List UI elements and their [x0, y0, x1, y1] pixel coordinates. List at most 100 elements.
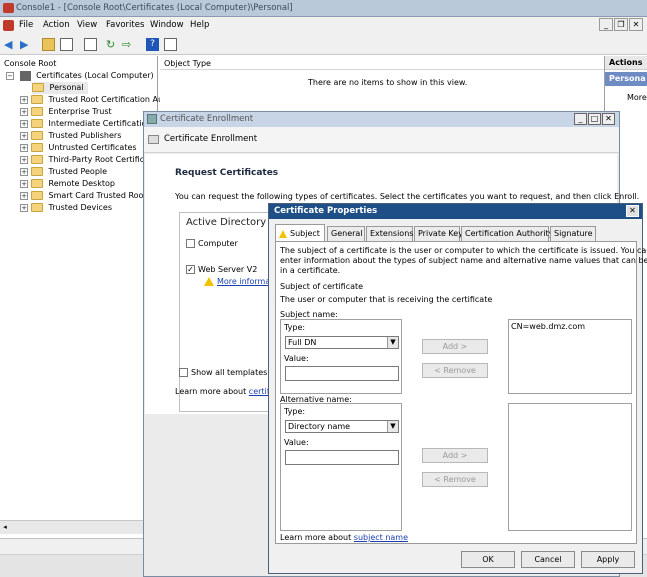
- expand-icon[interactable]: +: [20, 107, 28, 116]
- tree-item-trusted-root[interactable]: + Trusted Root Certification Auth: [20, 94, 171, 106]
- tree-item-untrusted[interactable]: + Untrusted Certificates: [20, 142, 137, 154]
- tree-item-label: Third-Party Root Certificati: [48, 155, 155, 164]
- show-all-templates-option[interactable]: Show all templates: [179, 368, 267, 377]
- expand-icon[interactable]: +: [20, 191, 28, 200]
- more-information-link[interactable]: More informa: [217, 277, 270, 286]
- up-folder-icon[interactable]: [42, 38, 55, 51]
- expand-icon[interactable]: +: [20, 95, 28, 104]
- close-icon[interactable]: ✕: [626, 205, 639, 217]
- apply-button[interactable]: Apply: [581, 551, 635, 568]
- computer-template-option[interactable]: Computer: [186, 239, 238, 248]
- tree-item-personal[interactable]: Personal: [32, 82, 88, 94]
- close-icon[interactable]: ✕: [629, 18, 643, 31]
- forward-arrow-icon[interactable]: ▶: [20, 38, 33, 51]
- expand-icon[interactable]: +: [20, 131, 28, 140]
- minimize-icon[interactable]: _: [599, 18, 613, 31]
- subject-value-item[interactable]: CN=web.dmz.com: [511, 322, 629, 331]
- subject-of-certificate-label: Subject of certificate: [280, 282, 364, 291]
- subject-remove-button[interactable]: < Remove: [422, 363, 488, 378]
- close-icon[interactable]: ✕: [602, 113, 615, 125]
- back-arrow-icon[interactable]: ◀: [4, 38, 17, 51]
- collapse-icon[interactable]: −: [6, 71, 14, 80]
- properties-icon[interactable]: [84, 38, 97, 51]
- expand-icon[interactable]: +: [20, 167, 28, 176]
- tree-item-trusted-publishers[interactable]: + Trusted Publishers: [20, 130, 121, 142]
- tree-item-label: Remote Desktop: [48, 179, 115, 188]
- actions-section-personal[interactable]: Persona: [605, 72, 647, 86]
- more-information-link-row[interactable]: More informa: [204, 277, 270, 286]
- show-all-templates-checkbox[interactable]: [179, 368, 188, 377]
- export-icon[interactable]: ⇨: [122, 38, 135, 51]
- menu-window[interactable]: Window: [150, 20, 184, 30]
- tree-item-smart-card[interactable]: + Smart Card Trusted Roots: [20, 190, 151, 202]
- ok-button[interactable]: OK: [461, 551, 515, 568]
- tree-item-trusted-devices[interactable]: + Trusted Devices: [20, 202, 112, 214]
- computer-label: Computer: [198, 239, 238, 248]
- show-action-pane-icon[interactable]: [164, 38, 177, 51]
- window-title: Console1 - [Console Root\Certificates (L…: [16, 3, 293, 13]
- tab-extensions[interactable]: Extensions: [366, 226, 413, 241]
- menu-favorites[interactable]: Favorites: [106, 20, 144, 30]
- tree-item-intermediate[interactable]: + Intermediate Certification A: [20, 118, 160, 130]
- chevron-down-icon[interactable]: ▼: [387, 337, 398, 348]
- subject-type-value: Full DN: [288, 338, 317, 347]
- expand-icon[interactable]: +: [20, 203, 28, 212]
- tree-item-label: Trusted Publishers: [48, 131, 122, 140]
- alt-type-select[interactable]: Directory name ▼: [285, 420, 399, 433]
- tree-item-third-party-root[interactable]: + Third-Party Root Certificati: [20, 154, 154, 166]
- alt-values-list[interactable]: [508, 403, 632, 531]
- expand-icon[interactable]: +: [20, 143, 28, 152]
- properties-title: Certificate Properties: [274, 206, 378, 216]
- tab-general[interactable]: General: [327, 226, 365, 241]
- subject-type-select[interactable]: Full DN ▼: [285, 336, 399, 349]
- actions-more[interactable]: More: [627, 93, 647, 102]
- webserver-checkbox[interactable]: ✓: [186, 265, 195, 274]
- learn-more-subject-name-link[interactable]: subject name: [354, 533, 408, 542]
- tab-signature[interactable]: Signature: [550, 226, 596, 241]
- menu-help[interactable]: Help: [190, 20, 209, 30]
- subject-add-button[interactable]: Add >: [422, 339, 488, 354]
- menu-action[interactable]: Action: [43, 20, 70, 30]
- tree-item-label: Smart Card Trusted Roots: [48, 191, 151, 200]
- tab-certification-authority[interactable]: Certification Authority: [461, 226, 553, 241]
- mdi-window-buttons: _ ❐ ✕: [598, 18, 643, 31]
- maximize-icon[interactable]: □: [588, 113, 601, 125]
- tab-subject[interactable]: Subject: [275, 224, 325, 242]
- tree-item-trusted-people[interactable]: + Trusted People: [20, 166, 107, 178]
- subject-value-label: Value:: [284, 354, 309, 363]
- menu-file[interactable]: File: [19, 20, 33, 30]
- tree-item-console-root[interactable]: Console Root: [4, 58, 56, 70]
- subject-value-input[interactable]: [285, 366, 399, 381]
- tree-item-label: Certificates (Local Computer): [36, 71, 154, 80]
- tree-item-certificates[interactable]: − Certificates (Local Computer): [6, 70, 154, 82]
- help-icon[interactable]: ?: [146, 38, 159, 51]
- computer-checkbox[interactable]: [186, 239, 195, 248]
- alt-value-input[interactable]: [285, 450, 399, 465]
- column-header-object-type[interactable]: Object Type: [160, 58, 604, 70]
- alt-add-button[interactable]: Add >: [422, 448, 488, 463]
- subject-values-list[interactable]: CN=web.dmz.com: [508, 319, 632, 394]
- tree-item-enterprise-trust[interactable]: + Enterprise Trust: [20, 106, 112, 118]
- alt-remove-button[interactable]: < Remove: [422, 472, 488, 487]
- tree-horizontal-scrollbar[interactable]: ◂: [0, 520, 158, 534]
- scroll-left-icon[interactable]: ◂: [0, 522, 10, 533]
- enrollment-window-title: Certificate Enrollment: [160, 114, 254, 124]
- expand-icon[interactable]: +: [20, 155, 28, 164]
- tree-item-remote-desktop[interactable]: + Remote Desktop: [20, 178, 115, 190]
- minimize-icon[interactable]: _: [574, 113, 587, 125]
- expand-icon[interactable]: +: [20, 179, 28, 188]
- restore-icon[interactable]: ❐: [614, 18, 628, 31]
- results-pane: Object Type There are no items to show i…: [160, 56, 604, 116]
- mmc-app-icon: [3, 3, 14, 13]
- webserver-template-option[interactable]: ✓ Web Server V2: [186, 265, 257, 274]
- tab-private-key[interactable]: Private Key: [414, 226, 463, 241]
- chevron-down-icon[interactable]: ▼: [387, 421, 398, 432]
- show-tree-icon[interactable]: [60, 38, 73, 51]
- enrollment-header-title: Certificate Enrollment: [164, 134, 258, 144]
- cancel-button[interactable]: Cancel: [521, 551, 575, 568]
- menu-view[interactable]: View: [77, 20, 97, 30]
- expand-icon[interactable]: +: [20, 119, 28, 128]
- folder-icon: [31, 95, 43, 104]
- refresh-icon[interactable]: ↻: [106, 38, 119, 51]
- console-tree: Console Root − Certificates (Local Compu…: [0, 56, 171, 538]
